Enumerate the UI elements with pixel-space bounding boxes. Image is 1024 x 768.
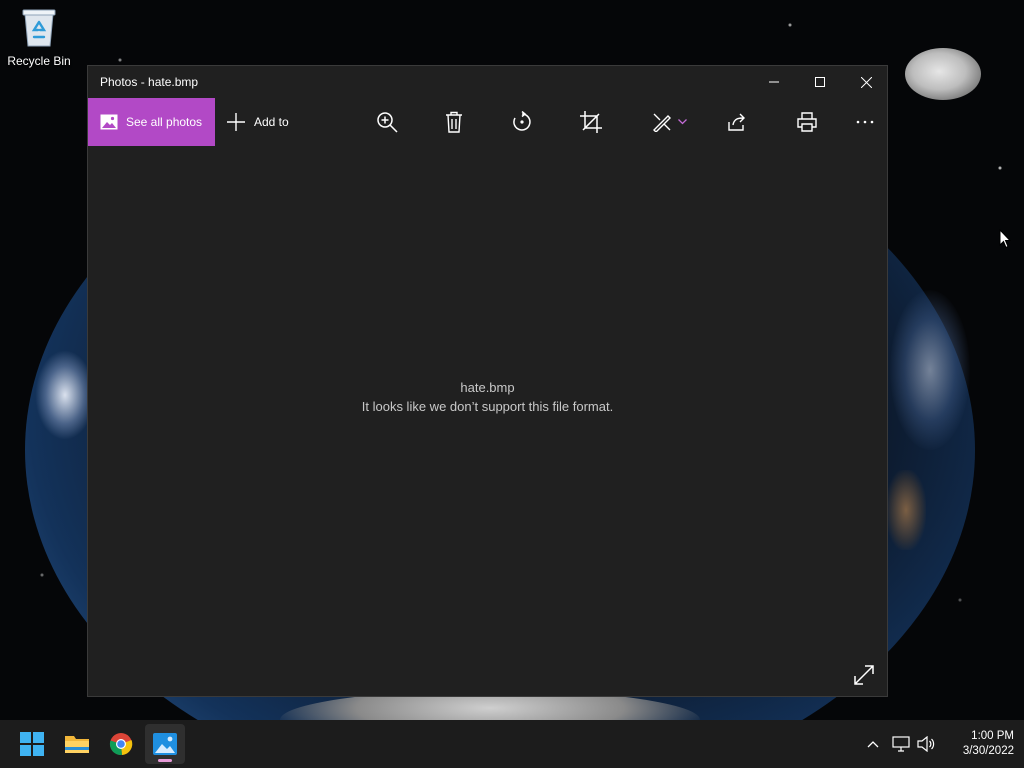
file-explorer-button[interactable]: [57, 724, 97, 764]
show-hidden-icons-button[interactable]: [862, 733, 884, 755]
maximize-icon: [815, 77, 825, 87]
print-button[interactable]: [794, 110, 820, 134]
photos-taskbar-button[interactable]: [145, 724, 185, 764]
desktop-icon-recycle-bin[interactable]: Recycle Bin: [4, 6, 74, 68]
minimize-icon: [769, 81, 779, 83]
full-screen-button[interactable]: [852, 663, 876, 687]
mouse-cursor: [999, 228, 1012, 254]
delete-button[interactable]: [441, 110, 467, 134]
toolbar: See all photos Add to: [88, 98, 887, 146]
more-icon: [856, 120, 874, 124]
see-all-photos-button[interactable]: See all photos: [88, 98, 215, 146]
edit-button[interactable]: [649, 110, 675, 134]
crop-button[interactable]: [578, 110, 604, 134]
chevron-up-icon: [867, 741, 879, 748]
expand-icon: [854, 665, 874, 685]
rotate-button[interactable]: [509, 110, 535, 134]
clock-time: 1:00 PM: [971, 730, 1014, 742]
crop-icon: [580, 111, 602, 133]
taskbar: 1:00 PM 3/30/2022: [0, 720, 1024, 768]
title-bar[interactable]: Photos - hate.bmp: [88, 66, 887, 98]
wallpaper-cloud: [890, 290, 970, 450]
chrome-icon: [109, 733, 133, 756]
chrome-button[interactable]: [101, 724, 141, 764]
wallpaper-moon: [905, 48, 981, 100]
volume-icon: [917, 736, 935, 752]
more-button[interactable]: [852, 110, 878, 134]
photos-icon: [153, 733, 177, 755]
edit-dropdown-button[interactable]: [675, 110, 689, 134]
delete-icon: [446, 111, 462, 133]
print-icon: [797, 112, 817, 132]
volume-button[interactable]: [915, 733, 937, 755]
add-to-label: Add to: [254, 115, 289, 129]
window-title: Photos - hate.bmp: [100, 75, 199, 89]
active-indicator: [158, 759, 172, 762]
file-explorer-icon: [65, 736, 89, 753]
image-icon: [100, 114, 118, 130]
share-button[interactable]: [725, 110, 751, 134]
minimize-button[interactable]: [751, 66, 797, 98]
photos-window: Photos - hate.bmp See all photos Add to: [87, 65, 888, 697]
rotate-icon: [513, 111, 531, 131]
file-name: hate.bmp: [460, 380, 515, 395]
clock-date: 3/30/2022: [962, 745, 1014, 757]
zoom-button[interactable]: [374, 110, 400, 134]
close-button[interactable]: [843, 66, 889, 98]
unsupported-text: It looks like we don’t support this file…: [361, 399, 614, 414]
unsupported-message: hate.bmp It looks like we don’t support …: [88, 378, 887, 416]
close-icon: [860, 76, 872, 88]
chevron-down-icon: [677, 119, 687, 125]
zoom-in-icon: [377, 112, 398, 133]
network-button[interactable]: [890, 733, 912, 755]
clock[interactable]: 1:00 PM 3/30/2022: [944, 729, 1014, 759]
edit-icon: [653, 113, 671, 132]
network-icon: [892, 736, 910, 752]
recycle-bin-label: Recycle Bin: [7, 54, 71, 68]
share-icon: [728, 113, 745, 131]
wallpaper-cloud: [35, 350, 95, 440]
start-icon: [20, 732, 44, 756]
wallpaper-land: [886, 470, 926, 550]
maximize-button[interactable]: [797, 66, 843, 98]
plus-icon: [227, 113, 245, 131]
recycle-bin-icon: [21, 6, 57, 48]
start-button[interactable]: [12, 724, 52, 764]
add-to-button[interactable]: Add to: [226, 98, 289, 146]
see-all-photos-label: See all photos: [126, 115, 203, 129]
